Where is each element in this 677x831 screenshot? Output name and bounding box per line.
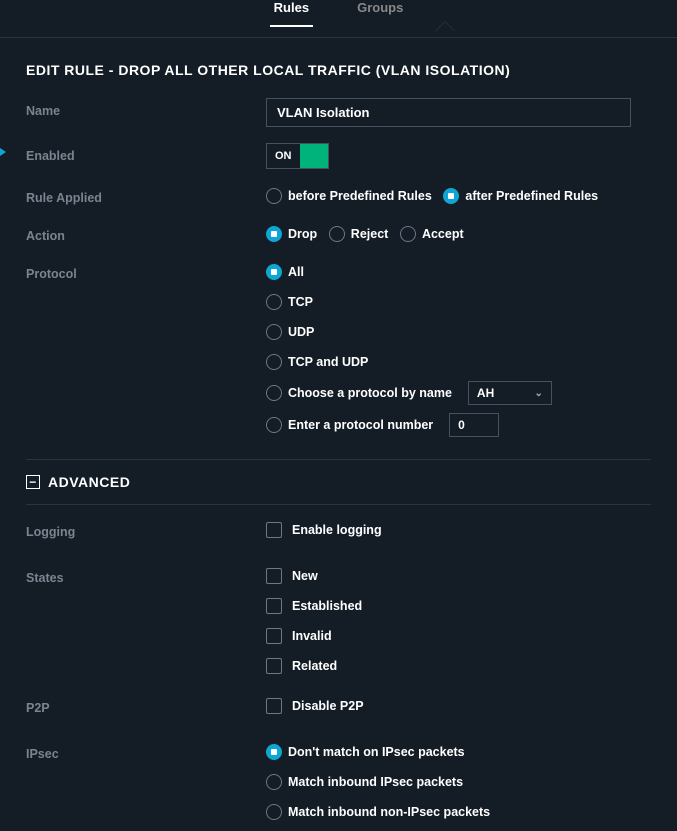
- checkbox-label: New: [292, 569, 318, 583]
- checkbox-disable-p2p[interactable]: Disable P2P: [266, 695, 651, 717]
- radio-ipsec-inbound[interactable]: Match inbound IPsec packets: [266, 771, 651, 793]
- label-protocol: Protocol: [26, 261, 266, 281]
- minus-square-icon: −: [26, 475, 40, 489]
- checkbox-label: Invalid: [292, 629, 332, 643]
- radio-label: TCP: [288, 295, 313, 309]
- checkbox-state-established[interactable]: Established: [266, 595, 651, 617]
- radio-label: UDP: [288, 325, 314, 339]
- select-value: AH: [477, 386, 494, 400]
- radio-label: Don't match on IPsec packets: [288, 745, 465, 759]
- radio-label: TCP and UDP: [288, 355, 368, 369]
- radio-icon: [266, 324, 282, 340]
- divider: [26, 504, 651, 505]
- radio-icon: [443, 188, 459, 204]
- radio-action-accept[interactable]: Accept: [400, 223, 464, 245]
- label-action: Action: [26, 223, 266, 243]
- radio-icon: [266, 294, 282, 310]
- protocol-number-input[interactable]: [449, 413, 499, 437]
- radio-icon: [266, 354, 282, 370]
- radio-icon: [266, 744, 282, 760]
- advanced-section-toggle[interactable]: − ADVANCED: [26, 474, 651, 490]
- radio-label: Accept: [422, 227, 464, 241]
- checkbox-label: Enable logging: [292, 523, 382, 537]
- radio-label: after Predefined Rules: [465, 189, 598, 203]
- radio-protocol-all[interactable]: All: [266, 261, 651, 283]
- checkbox-state-invalid[interactable]: Invalid: [266, 625, 651, 647]
- radio-icon: [266, 264, 282, 280]
- enabled-toggle-knob: [300, 144, 328, 168]
- label-ipsec: IPsec: [26, 741, 266, 761]
- divider: [26, 459, 651, 460]
- radio-label: Drop: [288, 227, 317, 241]
- radio-protocol-bynumber[interactable]: Enter a protocol number: [266, 413, 651, 437]
- checkbox-enable-logging[interactable]: Enable logging: [266, 519, 651, 541]
- label-logging: Logging: [26, 519, 266, 539]
- radio-icon: [266, 774, 282, 790]
- tab-groups[interactable]: Groups: [353, 0, 407, 27]
- page-title: EDIT RULE - DROP ALL OTHER LOCAL TRAFFIC…: [26, 62, 651, 78]
- radio-label: All: [288, 265, 304, 279]
- chevron-down-icon: ⌄: [535, 388, 543, 399]
- radio-label: Match inbound non-IPsec packets: [288, 805, 490, 819]
- radio-label: Reject: [351, 227, 389, 241]
- checkbox-icon: [266, 698, 282, 714]
- checkbox-icon: [266, 628, 282, 644]
- radio-action-reject[interactable]: Reject: [329, 223, 389, 245]
- radio-label: Choose a protocol by name: [288, 386, 452, 400]
- radio-icon: [266, 188, 282, 204]
- radio-ipsec-none[interactable]: Don't match on IPsec packets: [266, 741, 651, 763]
- radio-icon: [266, 804, 282, 820]
- radio-protocol-byname[interactable]: Choose a protocol by name AH ⌄: [266, 381, 651, 405]
- checkbox-label: Disable P2P: [292, 699, 364, 713]
- tab-indicator-arrow: [435, 22, 455, 32]
- radio-protocol-tcp[interactable]: TCP: [266, 291, 651, 313]
- protocol-name-select[interactable]: AH ⌄: [468, 381, 552, 405]
- radio-icon: [266, 385, 282, 401]
- radio-icon: [400, 226, 416, 242]
- checkbox-icon: [266, 658, 282, 674]
- label-states: States: [26, 565, 266, 585]
- checkbox-state-related[interactable]: Related: [266, 655, 651, 677]
- label-p2p: P2P: [26, 695, 266, 715]
- tab-bar: Rules Groups: [0, 0, 677, 37]
- checkbox-icon: [266, 522, 282, 538]
- radio-label: Enter a protocol number: [288, 418, 433, 432]
- radio-icon: [329, 226, 345, 242]
- label-rule-applied: Rule Applied: [26, 185, 266, 205]
- radio-icon: [266, 417, 282, 433]
- checkbox-icon: [266, 598, 282, 614]
- checkbox-state-new[interactable]: New: [266, 565, 651, 587]
- radio-label: before Predefined Rules: [288, 189, 432, 203]
- enabled-toggle[interactable]: ON: [266, 143, 329, 169]
- name-input[interactable]: [266, 98, 631, 127]
- checkbox-label: Established: [292, 599, 362, 613]
- radio-icon: [266, 226, 282, 242]
- radio-before-predefined[interactable]: before Predefined Rules: [266, 185, 432, 207]
- checkbox-icon: [266, 568, 282, 584]
- label-enabled: Enabled: [26, 143, 266, 163]
- radio-ipsec-noninbound[interactable]: Match inbound non-IPsec packets: [266, 801, 651, 823]
- radio-after-predefined[interactable]: after Predefined Rules: [443, 185, 598, 207]
- radio-protocol-tcpudp[interactable]: TCP and UDP: [266, 351, 651, 373]
- label-name: Name: [26, 98, 266, 118]
- advanced-title: ADVANCED: [48, 474, 130, 490]
- enabled-toggle-label: ON: [267, 144, 300, 168]
- radio-protocol-udp[interactable]: UDP: [266, 321, 651, 343]
- checkbox-label: Related: [292, 659, 337, 673]
- radio-action-drop[interactable]: Drop: [266, 223, 317, 245]
- tab-rules[interactable]: Rules: [270, 0, 313, 27]
- radio-label: Match inbound IPsec packets: [288, 775, 463, 789]
